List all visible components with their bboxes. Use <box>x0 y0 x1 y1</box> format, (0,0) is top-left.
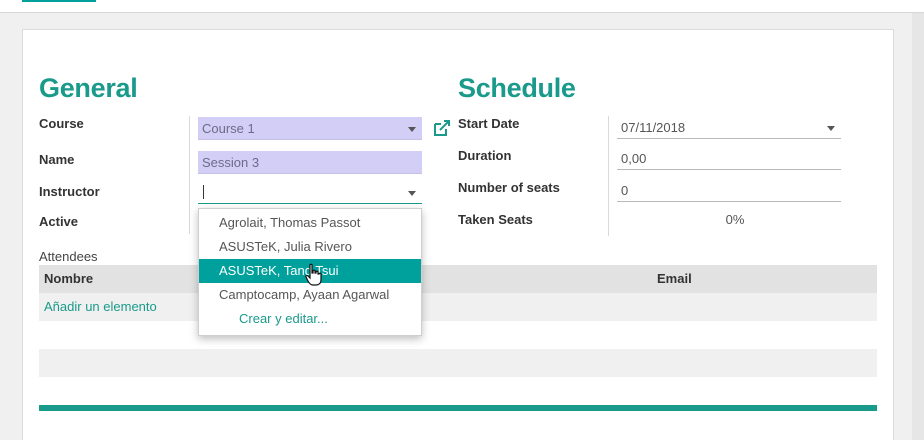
dropdown-option[interactable]: Agrolait, Thomas Passot <box>199 211 421 235</box>
start-date-input[interactable]: 07/11/2018 <box>617 116 841 139</box>
seats-label: Number of seats <box>458 180 560 195</box>
attendees-table-header: Nombre Email <box>39 265 877 293</box>
hand-pointer-icon <box>305 263 322 286</box>
seats-input[interactable]: 0 <box>617 179 841 202</box>
instructor-input[interactable] <box>198 181 422 204</box>
general-group-title: General <box>39 73 138 103</box>
create-and-edit-option[interactable]: Crear y editar... <box>199 307 421 331</box>
taken-seats-value: 0% <box>725 212 745 227</box>
text-cursor <box>203 185 204 199</box>
add-line-link[interactable]: Añadir un elemento <box>44 293 157 321</box>
table-row <box>39 349 877 377</box>
schedule-group-title: Schedule <box>458 73 576 103</box>
duration-input[interactable]: 0,00 <box>617 147 841 170</box>
start-date-value: 07/11/2018 <box>621 120 686 135</box>
column-header-email[interactable]: Email <box>657 265 692 293</box>
table-row: Añadir un elemento <box>39 293 877 321</box>
seats-value: 0 <box>621 183 629 198</box>
general-separator <box>189 116 190 234</box>
bottom-accent-bar <box>39 405 877 411</box>
instructor-label: Instructor <box>39 184 100 199</box>
external-link-icon[interactable] <box>432 119 452 137</box>
duration-label: Duration <box>458 148 512 163</box>
start-date-label: Start Date <box>458 116 520 131</box>
name-input[interactable]: Session 3 <box>198 151 422 174</box>
duration-value: 0,00 <box>621 151 647 166</box>
taken-seats-label: Taken Seats <box>458 212 533 227</box>
chevron-down-icon[interactable] <box>827 126 835 131</box>
chevron-down-icon[interactable] <box>408 191 416 196</box>
top-divider <box>0 12 924 13</box>
schedule-separator <box>608 116 609 236</box>
name-label: Name <box>39 152 75 167</box>
right-gutter <box>912 13 924 440</box>
active-tab-indicator <box>22 0 96 2</box>
course-value: Course 1 <box>202 121 255 136</box>
course-select[interactable]: Course 1 <box>198 117 422 140</box>
name-value: Session 3 <box>202 155 260 170</box>
active-label: Active <box>39 214 79 229</box>
course-label: Course <box>39 116 84 131</box>
chevron-down-icon[interactable] <box>408 127 416 132</box>
dropdown-option[interactable]: ASUSTeK, Julia Rivero <box>199 235 421 259</box>
column-header-name[interactable]: Nombre <box>44 265 93 293</box>
attendees-label: Attendees <box>39 249 98 264</box>
